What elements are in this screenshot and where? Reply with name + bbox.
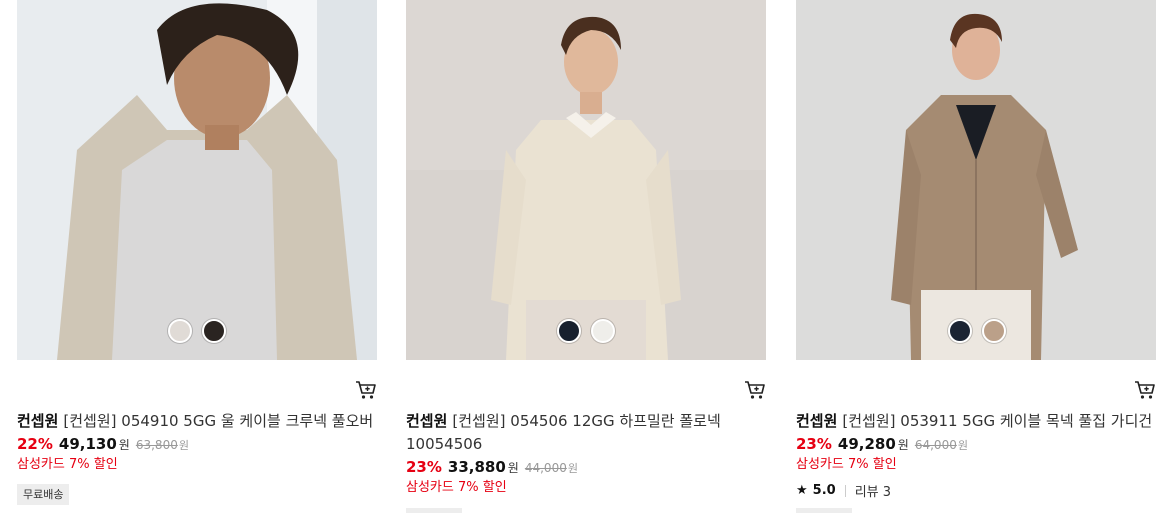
brand-name: 컨셉원 bbox=[796, 412, 838, 430]
color-swatch[interactable] bbox=[202, 319, 226, 343]
product-name: [컨셉원] 054910 5GG 울 케이블 크루넥 풀오버 bbox=[63, 412, 374, 430]
original-price: 63,800 bbox=[135, 438, 178, 452]
color-swatch[interactable] bbox=[982, 319, 1006, 343]
color-swatch[interactable] bbox=[591, 319, 615, 343]
card-discount-promo: 삼성카드 7% 할인 bbox=[406, 480, 507, 495]
discount-rate: 23% bbox=[406, 458, 442, 476]
free-shipping-badge: 무료배송 bbox=[17, 484, 70, 505]
color-swatches bbox=[557, 319, 615, 343]
product-card: 컨셉원 [컨셉원] 054910 5GG 울 케이블 크루넥 풀오버 22% 49… bbox=[17, 0, 377, 513]
original-currency-unit: 원 bbox=[178, 439, 189, 452]
color-swatches bbox=[168, 319, 226, 343]
product-card: 컨셉원 [컨셉원] 054506 12GG 하프밀란 폴로넥 10054506 2… bbox=[406, 0, 766, 513]
product-card: 컨셉원 [컨셉원] 053911 5GG 케이블 목넥 풀집 가디건 23% 49… bbox=[796, 0, 1156, 513]
product-info: 컨셉원 [컨셉원] 054506 12GG 하프밀란 폴로넥 10054506 2… bbox=[406, 410, 766, 497]
badge-edge bbox=[796, 508, 852, 513]
star-icon: ★ bbox=[796, 483, 808, 498]
sale-price: 49,280 bbox=[837, 435, 896, 453]
brand-name: 컨셉원 bbox=[406, 412, 448, 430]
rating-row: ★ 5.0 리뷰 3 bbox=[796, 481, 1156, 500]
currency-unit: 원 bbox=[897, 438, 909, 452]
product-title[interactable]: 컨셉원 [컨셉원] 054506 12GG 하프밀란 폴로넥 10054506 bbox=[406, 410, 766, 456]
product-grid: 컨셉원 [컨셉원] 054910 5GG 울 케이블 크루넥 풀오버 22% 49… bbox=[0, 0, 1164, 513]
original-currency-unit: 원 bbox=[957, 439, 968, 452]
product-image[interactable] bbox=[796, 0, 1156, 360]
color-swatch[interactable] bbox=[557, 319, 581, 343]
add-to-cart-button[interactable] bbox=[355, 380, 377, 400]
product-name: [컨셉원] 053911 5GG 케이블 목넥 풀집 가디건 bbox=[842, 412, 1153, 430]
product-name: [컨셉원] 054506 12GG 하프밀란 폴로넥 10054506 bbox=[406, 412, 721, 453]
original-price: 44,000 bbox=[524, 461, 567, 475]
cart-icon bbox=[745, 381, 765, 399]
product-image[interactable] bbox=[406, 0, 766, 360]
badge-edge bbox=[406, 508, 462, 513]
price-row: 23% 33,880 원 44,000 원 bbox=[406, 456, 766, 479]
card-discount-promo: 삼성카드 7% 할인 bbox=[17, 457, 118, 472]
cart-icon bbox=[356, 381, 376, 399]
color-swatch[interactable] bbox=[168, 319, 192, 343]
product-title[interactable]: 컨셉원 [컨셉원] 054910 5GG 울 케이블 크루넥 풀오버 bbox=[17, 410, 377, 433]
review-count[interactable]: 리뷰 3 bbox=[855, 481, 891, 500]
rating-score: 5.0 bbox=[812, 483, 836, 498]
brand-name: 컨셉원 bbox=[17, 412, 59, 430]
add-to-cart-button[interactable] bbox=[744, 380, 766, 400]
discount-rate: 23% bbox=[796, 435, 832, 453]
original-price: 64,000 bbox=[914, 438, 957, 452]
product-info: 컨셉원 [컨셉원] 054910 5GG 울 케이블 크루넥 풀오버 22% 49… bbox=[17, 410, 377, 505]
price-row: 22% 49,130 원 63,800 원 bbox=[17, 433, 377, 456]
discount-rate: 22% bbox=[17, 435, 53, 453]
product-image[interactable] bbox=[17, 0, 377, 360]
add-to-cart-button[interactable] bbox=[1134, 380, 1156, 400]
price-row: 23% 49,280 원 64,000 원 bbox=[796, 433, 1156, 456]
currency-unit: 원 bbox=[507, 461, 519, 475]
color-swatches bbox=[948, 319, 1006, 343]
original-currency-unit: 원 bbox=[567, 462, 578, 475]
product-title[interactable]: 컨셉원 [컨셉원] 053911 5GG 케이블 목넥 풀집 가디건 bbox=[796, 410, 1156, 433]
product-info: 컨셉원 [컨셉원] 053911 5GG 케이블 목넥 풀집 가디건 23% 49… bbox=[796, 410, 1156, 500]
color-swatch[interactable] bbox=[948, 319, 972, 343]
sale-price: 33,880 bbox=[447, 458, 506, 476]
cart-icon bbox=[1135, 381, 1155, 399]
divider bbox=[844, 484, 846, 497]
currency-unit: 원 bbox=[118, 438, 130, 452]
card-discount-promo: 삼성카드 7% 할인 bbox=[796, 457, 897, 472]
sale-price: 49,130 bbox=[58, 435, 117, 453]
